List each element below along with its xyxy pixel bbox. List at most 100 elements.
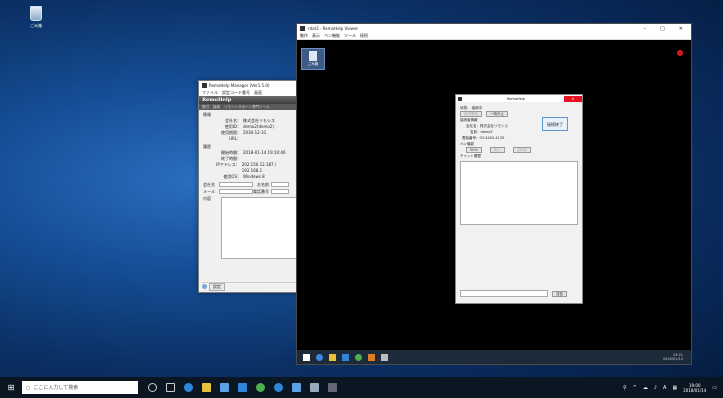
viewer-window: rdat3 - RemoHelp Viewer – □ ✕ 動作 表示 ペン機能… bbox=[296, 23, 692, 365]
menu-action[interactable]: 動作 bbox=[300, 33, 308, 39]
manager-body: 情報 会社名： 株式会社リモシス 使用ID： demo2(demo2) 使用期限： 2… bbox=[199, 110, 300, 261]
viewer-titlebar[interactable]: rdat3 - RemoHelp Viewer – □ ✕ bbox=[297, 24, 691, 33]
notification-icon[interactable]: ▭ bbox=[712, 385, 717, 391]
pen-stop-button[interactable]: 停止 bbox=[489, 147, 505, 153]
dialog-close-icon[interactable]: ✕ bbox=[564, 95, 582, 102]
remote-clock: 19:21 2018/01/14 bbox=[663, 353, 691, 361]
taskbar: ⊞ ○ ここに入力して検索 ⚲ ^ ☁ ♪ A ▦ 19:00 2018/01/… bbox=[0, 377, 723, 398]
remote-remohelp-icon[interactable] bbox=[381, 353, 388, 361]
volume-icon[interactable]: ♪ bbox=[654, 385, 657, 391]
menu-file[interactable]: ファイル bbox=[202, 90, 218, 96]
history-ip-value: 202.150.12.187 / 192.168.1 bbox=[241, 162, 277, 173]
status-label: 状態： bbox=[460, 106, 471, 110]
tray-chevron-icon[interactable]: ^ bbox=[633, 385, 637, 391]
dialog-title: RemoHelp bbox=[507, 96, 525, 101]
clock-date: 2018/01/14 bbox=[683, 387, 707, 393]
manager-window: RemoHelp Manager (Ver1.5.0) ファイル 設定コード番号… bbox=[198, 80, 301, 293]
history-os-key: 使用OS： bbox=[223, 174, 241, 179]
maximize-icon[interactable]: □ bbox=[660, 26, 665, 32]
manager-titlebar[interactable]: RemoHelp Manager (Ver1.5.0) bbox=[199, 81, 300, 89]
recycle-bin-icon[interactable]: ごみ箱 bbox=[25, 6, 47, 29]
remote-recycle-label: ごみ箱 bbox=[307, 62, 319, 66]
remote-chrome-icon[interactable] bbox=[355, 353, 362, 361]
manager-footer: 設定 bbox=[202, 282, 298, 291]
viewer-app-icon bbox=[300, 26, 305, 31]
clock[interactable]: 19:00 2018/01/14 bbox=[683, 383, 706, 393]
dialog-titlebar[interactable]: RemoHelp ✕ bbox=[456, 95, 582, 102]
menu-screen[interactable]: 画面 bbox=[254, 90, 262, 96]
company-field[interactable] bbox=[219, 182, 253, 187]
manager-menubar: ファイル 設定コード番号 画面 bbox=[199, 89, 300, 96]
explorer-icon[interactable] bbox=[202, 383, 211, 392]
recycle-bin-glyph bbox=[30, 6, 42, 21]
chat-history[interactable] bbox=[460, 161, 578, 225]
history-ip-key: IPアドレス： bbox=[216, 162, 240, 167]
remohelp-manager-taskbar-icon[interactable] bbox=[328, 383, 337, 392]
search-box[interactable]: ○ ここに入力して検索 bbox=[22, 381, 138, 394]
system-tray: ⚲ ^ ☁ ♪ A ▦ 19:00 2018/01/14 ▭ bbox=[623, 383, 723, 393]
keyboard-icon[interactable]: ▦ bbox=[672, 385, 677, 391]
remote-explorer-icon[interactable] bbox=[329, 353, 336, 361]
minimize-icon[interactable]: – bbox=[644, 26, 647, 32]
edge-icon[interactable] bbox=[184, 383, 193, 392]
menu-tools[interactable]: ツール bbox=[344, 33, 356, 39]
company-label: 会社名 bbox=[203, 182, 215, 187]
tab-reception[interactable]: 受付 bbox=[202, 105, 209, 110]
manager-title: RemoHelp Manager (Ver1.5.0) bbox=[209, 82, 270, 88]
tab-tagline: リモートサポート専門ツール bbox=[224, 104, 270, 109]
content-textarea[interactable] bbox=[221, 197, 297, 259]
mail-field[interactable] bbox=[219, 189, 253, 194]
menu-pen[interactable]: ペン機能 bbox=[324, 33, 340, 39]
network-icon[interactable]: ☁ bbox=[643, 385, 648, 391]
send-row: 送信 bbox=[460, 290, 567, 297]
history-os-value: Windows 8 bbox=[243, 174, 265, 179]
start-icon[interactable]: ⊞ bbox=[0, 377, 22, 398]
recycle-bin-label: ごみ箱 bbox=[30, 23, 42, 28]
search-icon: ○ bbox=[26, 384, 31, 391]
close-icon[interactable]: ✕ bbox=[679, 26, 683, 32]
menu-view[interactable]: 表示 bbox=[312, 33, 320, 39]
viewer-title: rdat3 - RemoHelp Viewer bbox=[308, 26, 359, 31]
task-view-icon[interactable] bbox=[166, 383, 175, 392]
history-start-value: 2018-01-14 19:10:46 bbox=[243, 150, 286, 155]
taskbar-icons bbox=[148, 383, 337, 392]
tab-connect[interactable]: 接続 bbox=[213, 105, 220, 110]
viewer-menubar: 動作 表示 ペン機能 ツール 接続 bbox=[297, 33, 691, 40]
settings-button[interactable]: 設定 bbox=[209, 282, 225, 291]
ime-indicator[interactable]: A bbox=[663, 385, 666, 391]
content-label: 内容 bbox=[203, 196, 211, 201]
store-icon[interactable] bbox=[220, 383, 229, 392]
remote-app-icon[interactable] bbox=[368, 353, 375, 361]
remote-edge-icon[interactable] bbox=[316, 353, 323, 361]
disconnect-button[interactable]: 接続終了 bbox=[542, 117, 568, 131]
people-icon[interactable]: ⚲ bbox=[623, 385, 627, 391]
remote-store-icon[interactable] bbox=[342, 353, 349, 361]
remote-start-icon[interactable] bbox=[303, 353, 310, 361]
menu-connect[interactable]: 接続 bbox=[360, 33, 368, 39]
mail-label: メール bbox=[203, 189, 215, 194]
pen-clear-button[interactable]: 全削除 bbox=[512, 147, 532, 153]
phone-field[interactable] bbox=[271, 189, 289, 194]
info-url-key: URL： bbox=[229, 136, 241, 141]
chat-input[interactable] bbox=[460, 290, 548, 297]
user-icon bbox=[202, 284, 207, 289]
dialog-app-icon bbox=[458, 96, 462, 101]
name-field[interactable] bbox=[271, 182, 289, 187]
phone-label: 電話番号 bbox=[253, 189, 269, 194]
cortana-mic-icon[interactable] bbox=[148, 383, 157, 392]
ie-icon[interactable] bbox=[274, 383, 283, 392]
remohelp-viewer-taskbar-icon[interactable] bbox=[310, 383, 319, 392]
settings-app-icon[interactable] bbox=[292, 383, 301, 392]
pause-button[interactable]: 一時中止 bbox=[486, 111, 508, 117]
mail-icon[interactable] bbox=[238, 383, 247, 392]
chrome-icon[interactable] bbox=[256, 383, 265, 392]
send-button[interactable]: 送信 bbox=[552, 290, 567, 297]
search-placeholder: ここに入力して検索 bbox=[33, 385, 79, 391]
remote-recycle-bin-icon[interactable]: ごみ箱 bbox=[301, 48, 325, 70]
name-label: お名前 bbox=[257, 182, 269, 187]
menu-settings-code[interactable]: 設定コード番号 bbox=[222, 90, 250, 96]
brand-banner: RemoHelp bbox=[199, 96, 300, 104]
recording-indicator-icon bbox=[677, 50, 683, 56]
remote-clock-date: 2018/01/14 bbox=[662, 357, 683, 361]
remohelp-dialog: RemoHelp ✕ 状態： 接続中 接続開始 一時中止 接続終了 接続者情報 … bbox=[455, 94, 583, 304]
